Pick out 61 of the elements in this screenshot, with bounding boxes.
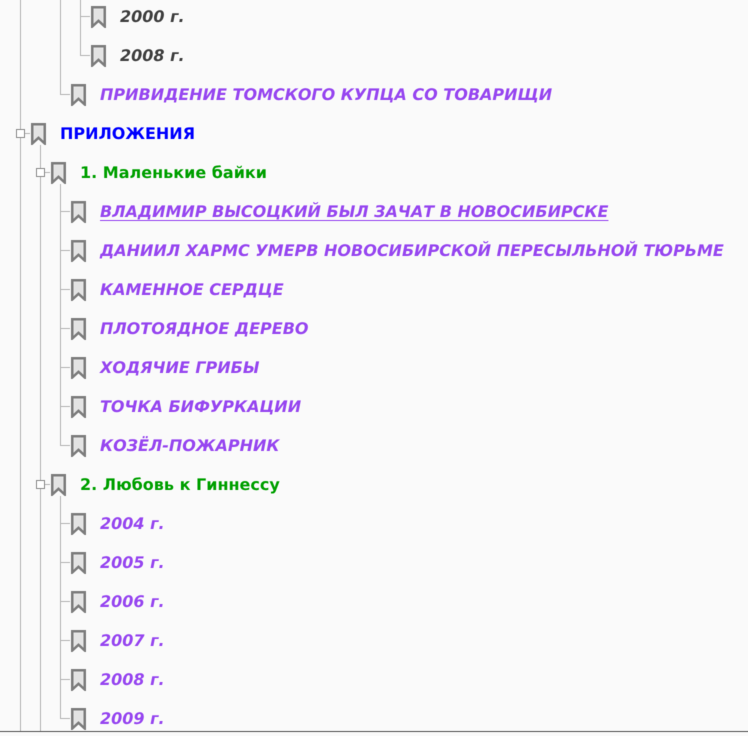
bookmark-icon (71, 356, 86, 378)
bookmark-item[interactable]: 2004 г. (100, 514, 165, 534)
tree-connector (60, 250, 70, 251)
bookmark-icon (71, 590, 86, 612)
tree-connector (60, 406, 70, 407)
bookmark-item[interactable]: ПРИВИДЕНИЕ ТОМСКОГО КУПЦА СО ТОВАРИЩИ (100, 84, 552, 104)
tree-connector (60, 601, 70, 602)
bookmark-item[interactable]: ХОДЯЧИЕ ГРИБЫ (100, 358, 260, 378)
tree-toggle[interactable] (36, 168, 45, 177)
bookmark-icon (71, 630, 86, 652)
bookmark-item[interactable]: 1. Маленькие байки (80, 162, 267, 182)
tree-connector (60, 94, 70, 95)
tree-connector (60, 211, 70, 212)
bookmark-item[interactable]: ПРИЛОЖЕНИЯ (60, 124, 196, 144)
bookmark-item[interactable]: КАМЕННОЕ СЕРДЦЕ (100, 280, 284, 300)
tree-connector (45, 172, 50, 173)
tree-connector (60, 718, 70, 719)
bookmark-item[interactable]: ТОЧКА БИФУРКАЦИИ (100, 396, 302, 416)
bookmark-icon (31, 122, 46, 144)
bookmark-icon (71, 200, 86, 222)
bookmark-icon (71, 668, 86, 690)
tree-connector (60, 640, 70, 641)
tree-connector (25, 133, 30, 134)
tree-connector (60, 328, 70, 329)
bookmark-icon (71, 552, 86, 574)
bookmark-item[interactable]: 2000 г. (120, 6, 185, 26)
bookmark-icon (51, 474, 66, 496)
bookmark-icon (71, 84, 86, 106)
tree-connector (60, 445, 70, 446)
bookmark-item[interactable]: 2009 г. (100, 708, 165, 728)
bookmark-item[interactable]: 2008 г. (120, 46, 185, 66)
tree-connector (60, 523, 70, 524)
tree-connector (60, 562, 70, 563)
bookmark-icon (71, 278, 86, 300)
bookmark-item[interactable]: 2007 г. (100, 630, 165, 650)
tree-connector (60, 367, 70, 368)
tree-connector (80, 16, 90, 17)
tree-connector (60, 289, 70, 290)
tree-line (80, 0, 81, 56)
bookmark-item[interactable]: 2. Любовь к Гиннессу (80, 474, 280, 494)
bookmark-icon (51, 162, 66, 184)
tree-toggle[interactable] (36, 480, 45, 489)
bookmark-icon (91, 6, 106, 28)
bookmark-item[interactable]: 2005 г. (100, 552, 165, 572)
bookmark-item[interactable]: 2006 г. (100, 592, 165, 612)
tree-connector (45, 484, 50, 485)
bookmark-icon (71, 512, 86, 534)
bookmark-icon (71, 708, 86, 730)
tree-toggle[interactable] (16, 129, 25, 138)
bookmark-icon (71, 240, 86, 262)
bookmark-icon (71, 434, 86, 456)
bookmark-item[interactable]: ДАНИИЛ ХАРМС УМЕРВ НОВОСИБИРСКОЙ ПЕРЕСЫЛЬНОЙ ТЮРЬМЕ (100, 240, 724, 260)
bookmark-icon (91, 44, 106, 66)
bookmark-icon (71, 318, 86, 340)
bookmark-item[interactable]: ВЛАДИМИР ВЫСОЦКИЙ БЫЛ ЗАЧАТ В НОВОСИБИРСКЕ (100, 202, 608, 222)
bookmark-item[interactable]: КОЗЁЛ-ПОЖАРНИК (100, 436, 280, 456)
bookmark-icon (71, 396, 86, 418)
bookmark-item[interactable]: ПЛОТОЯДНОЕ ДЕРЕВО (100, 318, 308, 338)
tree-connector (80, 55, 90, 56)
tree-connector (60, 679, 70, 680)
bookmark-item[interactable]: 2008 г. (100, 670, 165, 690)
